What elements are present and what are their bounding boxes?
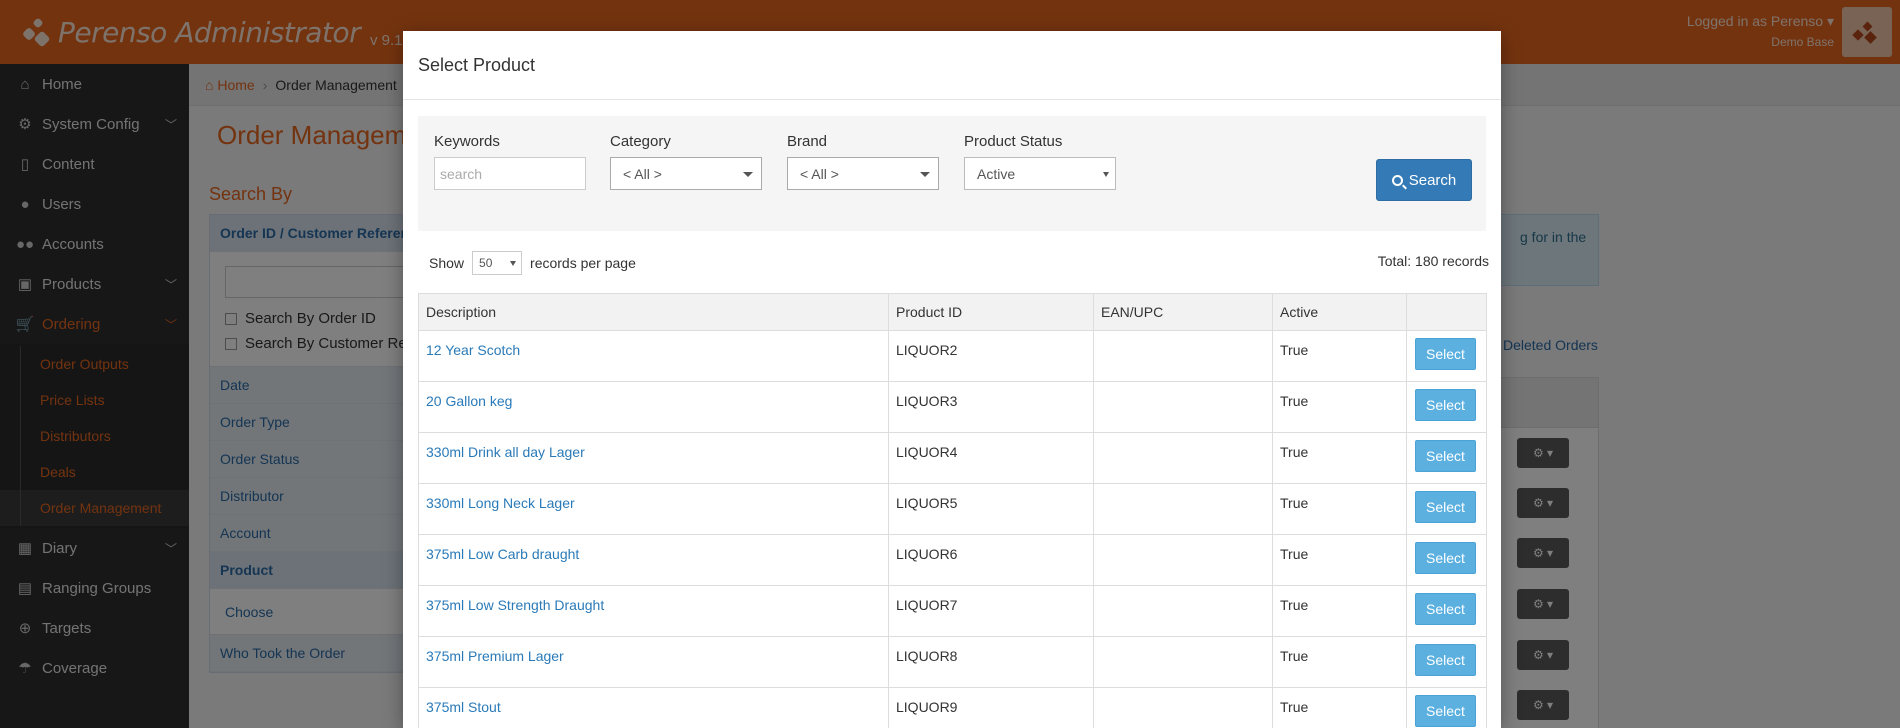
product-description-link[interactable]: 330ml Drink all day Lager <box>418 432 889 484</box>
table-row: 330ml Long Neck Lager LIQUOR5 True Select <box>418 483 1487 535</box>
search-icon <box>1391 174 1403 186</box>
table-row: 12 Year Scotch LIQUOR2 True Select <box>418 330 1487 382</box>
select-product-button[interactable]: Select <box>1415 440 1476 472</box>
product-search-panel: Keywords search Category < All > Brand <… <box>418 116 1486 231</box>
show-label: Show <box>429 255 465 271</box>
active-cell: True <box>1272 483 1407 535</box>
action-cell: Select <box>1406 330 1487 382</box>
brand-value: < All > <box>800 165 839 182</box>
caret-down-icon <box>920 172 930 177</box>
select-product-button[interactable]: Select <box>1415 338 1476 370</box>
product-description-link[interactable]: 375ml Stout <box>418 687 889 728</box>
column-header-description[interactable]: Description <box>418 293 889 331</box>
table-row: 330ml Drink all day Lager LIQUOR4 True Sele… <box>418 432 1487 484</box>
ean-upc-cell <box>1093 432 1273 484</box>
brand-label: Brand <box>787 133 828 150</box>
select-product-modal: Select Product Keywords search Category … <box>403 31 1501 728</box>
table-row: 20 Gallon keg LIQUOR3 True Select <box>418 381 1487 433</box>
column-header-actions <box>1406 293 1487 331</box>
brand-select[interactable]: < All > <box>787 157 939 190</box>
select-product-button[interactable]: Select <box>1415 695 1476 727</box>
product-id-cell: LIQUOR2 <box>888 330 1094 382</box>
action-cell: Select <box>1406 636 1487 688</box>
action-cell: Select <box>1406 432 1487 484</box>
select-product-button[interactable]: Select <box>1415 593 1476 625</box>
product-id-cell: LIQUOR8 <box>888 636 1094 688</box>
product-id-cell: LIQUOR7 <box>888 585 1094 637</box>
product-description-link[interactable]: 375ml Premium Lager <box>418 636 889 688</box>
ean-upc-cell <box>1093 687 1273 728</box>
select-product-button[interactable]: Select <box>1415 644 1476 676</box>
category-field: Category < All > <box>610 133 762 190</box>
category-label: Category <box>610 133 671 150</box>
product-id-cell: LIQUOR6 <box>888 534 1094 586</box>
ean-upc-cell <box>1093 483 1273 535</box>
action-cell: Select <box>1406 534 1487 586</box>
active-cell: True <box>1272 636 1407 688</box>
column-header-ean-upc[interactable]: EAN/UPC <box>1093 293 1273 331</box>
action-cell: Select <box>1406 687 1487 728</box>
caret-down-icon <box>743 172 753 177</box>
category-select[interactable]: < All > <box>610 157 762 190</box>
product-status-select[interactable]: Active <box>964 157 1116 190</box>
column-header-active[interactable]: Active <box>1272 293 1407 331</box>
modal-title: Select Product <box>403 31 1501 100</box>
active-cell: True <box>1272 381 1407 433</box>
brand-field: Brand < All > <box>787 133 939 190</box>
search-button-label: Search <box>1408 171 1457 189</box>
keywords-field: Keywords search <box>434 133 586 190</box>
ean-upc-cell <box>1093 381 1273 433</box>
select-product-button[interactable]: Select <box>1415 542 1476 574</box>
select-product-button[interactable]: Select <box>1415 491 1476 523</box>
active-cell: True <box>1272 534 1407 586</box>
product-description-link[interactable]: 375ml Low Carb draught <box>418 534 889 586</box>
ean-upc-cell <box>1093 330 1273 382</box>
keywords-label: Keywords <box>434 133 500 150</box>
ean-upc-cell <box>1093 585 1273 637</box>
select-product-button[interactable]: Select <box>1415 389 1476 421</box>
product-description-link[interactable]: 20 Gallon keg <box>418 381 889 433</box>
records-per-page-value: 50 <box>479 256 493 270</box>
table-header-row: Description Product ID EAN/UPC Active <box>418 293 1487 331</box>
product-status-label: Product Status <box>964 133 1063 150</box>
action-cell: Select <box>1406 381 1487 433</box>
active-cell: True <box>1272 432 1407 484</box>
caret-down-icon <box>1103 172 1109 177</box>
table-row: 375ml Low Strength Draught LIQUOR7 True Sel… <box>418 585 1487 637</box>
keywords-input[interactable]: search <box>434 157 586 190</box>
product-id-cell: LIQUOR5 <box>888 483 1094 535</box>
table-row: 375ml Low Carb draught LIQUOR6 True Select <box>418 534 1487 586</box>
active-cell: True <box>1272 330 1407 382</box>
product-id-cell: LIQUOR9 <box>888 687 1094 728</box>
records-per-page-select[interactable]: 50 <box>472 251 523 275</box>
total-records: Total: 180 records <box>1377 253 1489 269</box>
product-description-link[interactable]: 330ml Long Neck Lager <box>418 483 889 535</box>
products-table: Description Product ID EAN/UPC Active 12… <box>418 293 1487 728</box>
search-button[interactable]: Search <box>1376 159 1472 201</box>
ean-upc-cell <box>1093 636 1273 688</box>
product-description-link[interactable]: 375ml Low Strength Draught <box>418 585 889 637</box>
caret-down-icon <box>510 261 517 266</box>
column-header-product-id[interactable]: Product ID <box>888 293 1094 331</box>
product-id-cell: LIQUOR4 <box>888 432 1094 484</box>
records-per-page: Show 50 records per page <box>429 251 636 275</box>
records-per-page-suffix: records per page <box>530 255 636 271</box>
table-row: 375ml Premium Lager LIQUOR8 True Select <box>418 636 1487 688</box>
category-value: < All > <box>623 165 662 182</box>
product-description-link[interactable]: 12 Year Scotch <box>418 330 889 382</box>
product-status-field: Product Status Active <box>964 133 1116 190</box>
action-cell: Select <box>1406 483 1487 535</box>
product-status-value: Active <box>977 165 1016 182</box>
product-id-cell: LIQUOR3 <box>888 381 1094 433</box>
ean-upc-cell <box>1093 534 1273 586</box>
active-cell: True <box>1272 585 1407 637</box>
action-cell: Select <box>1406 585 1487 637</box>
table-row: 375ml Stout LIQUOR9 True Select <box>418 687 1487 728</box>
active-cell: True <box>1272 687 1407 728</box>
